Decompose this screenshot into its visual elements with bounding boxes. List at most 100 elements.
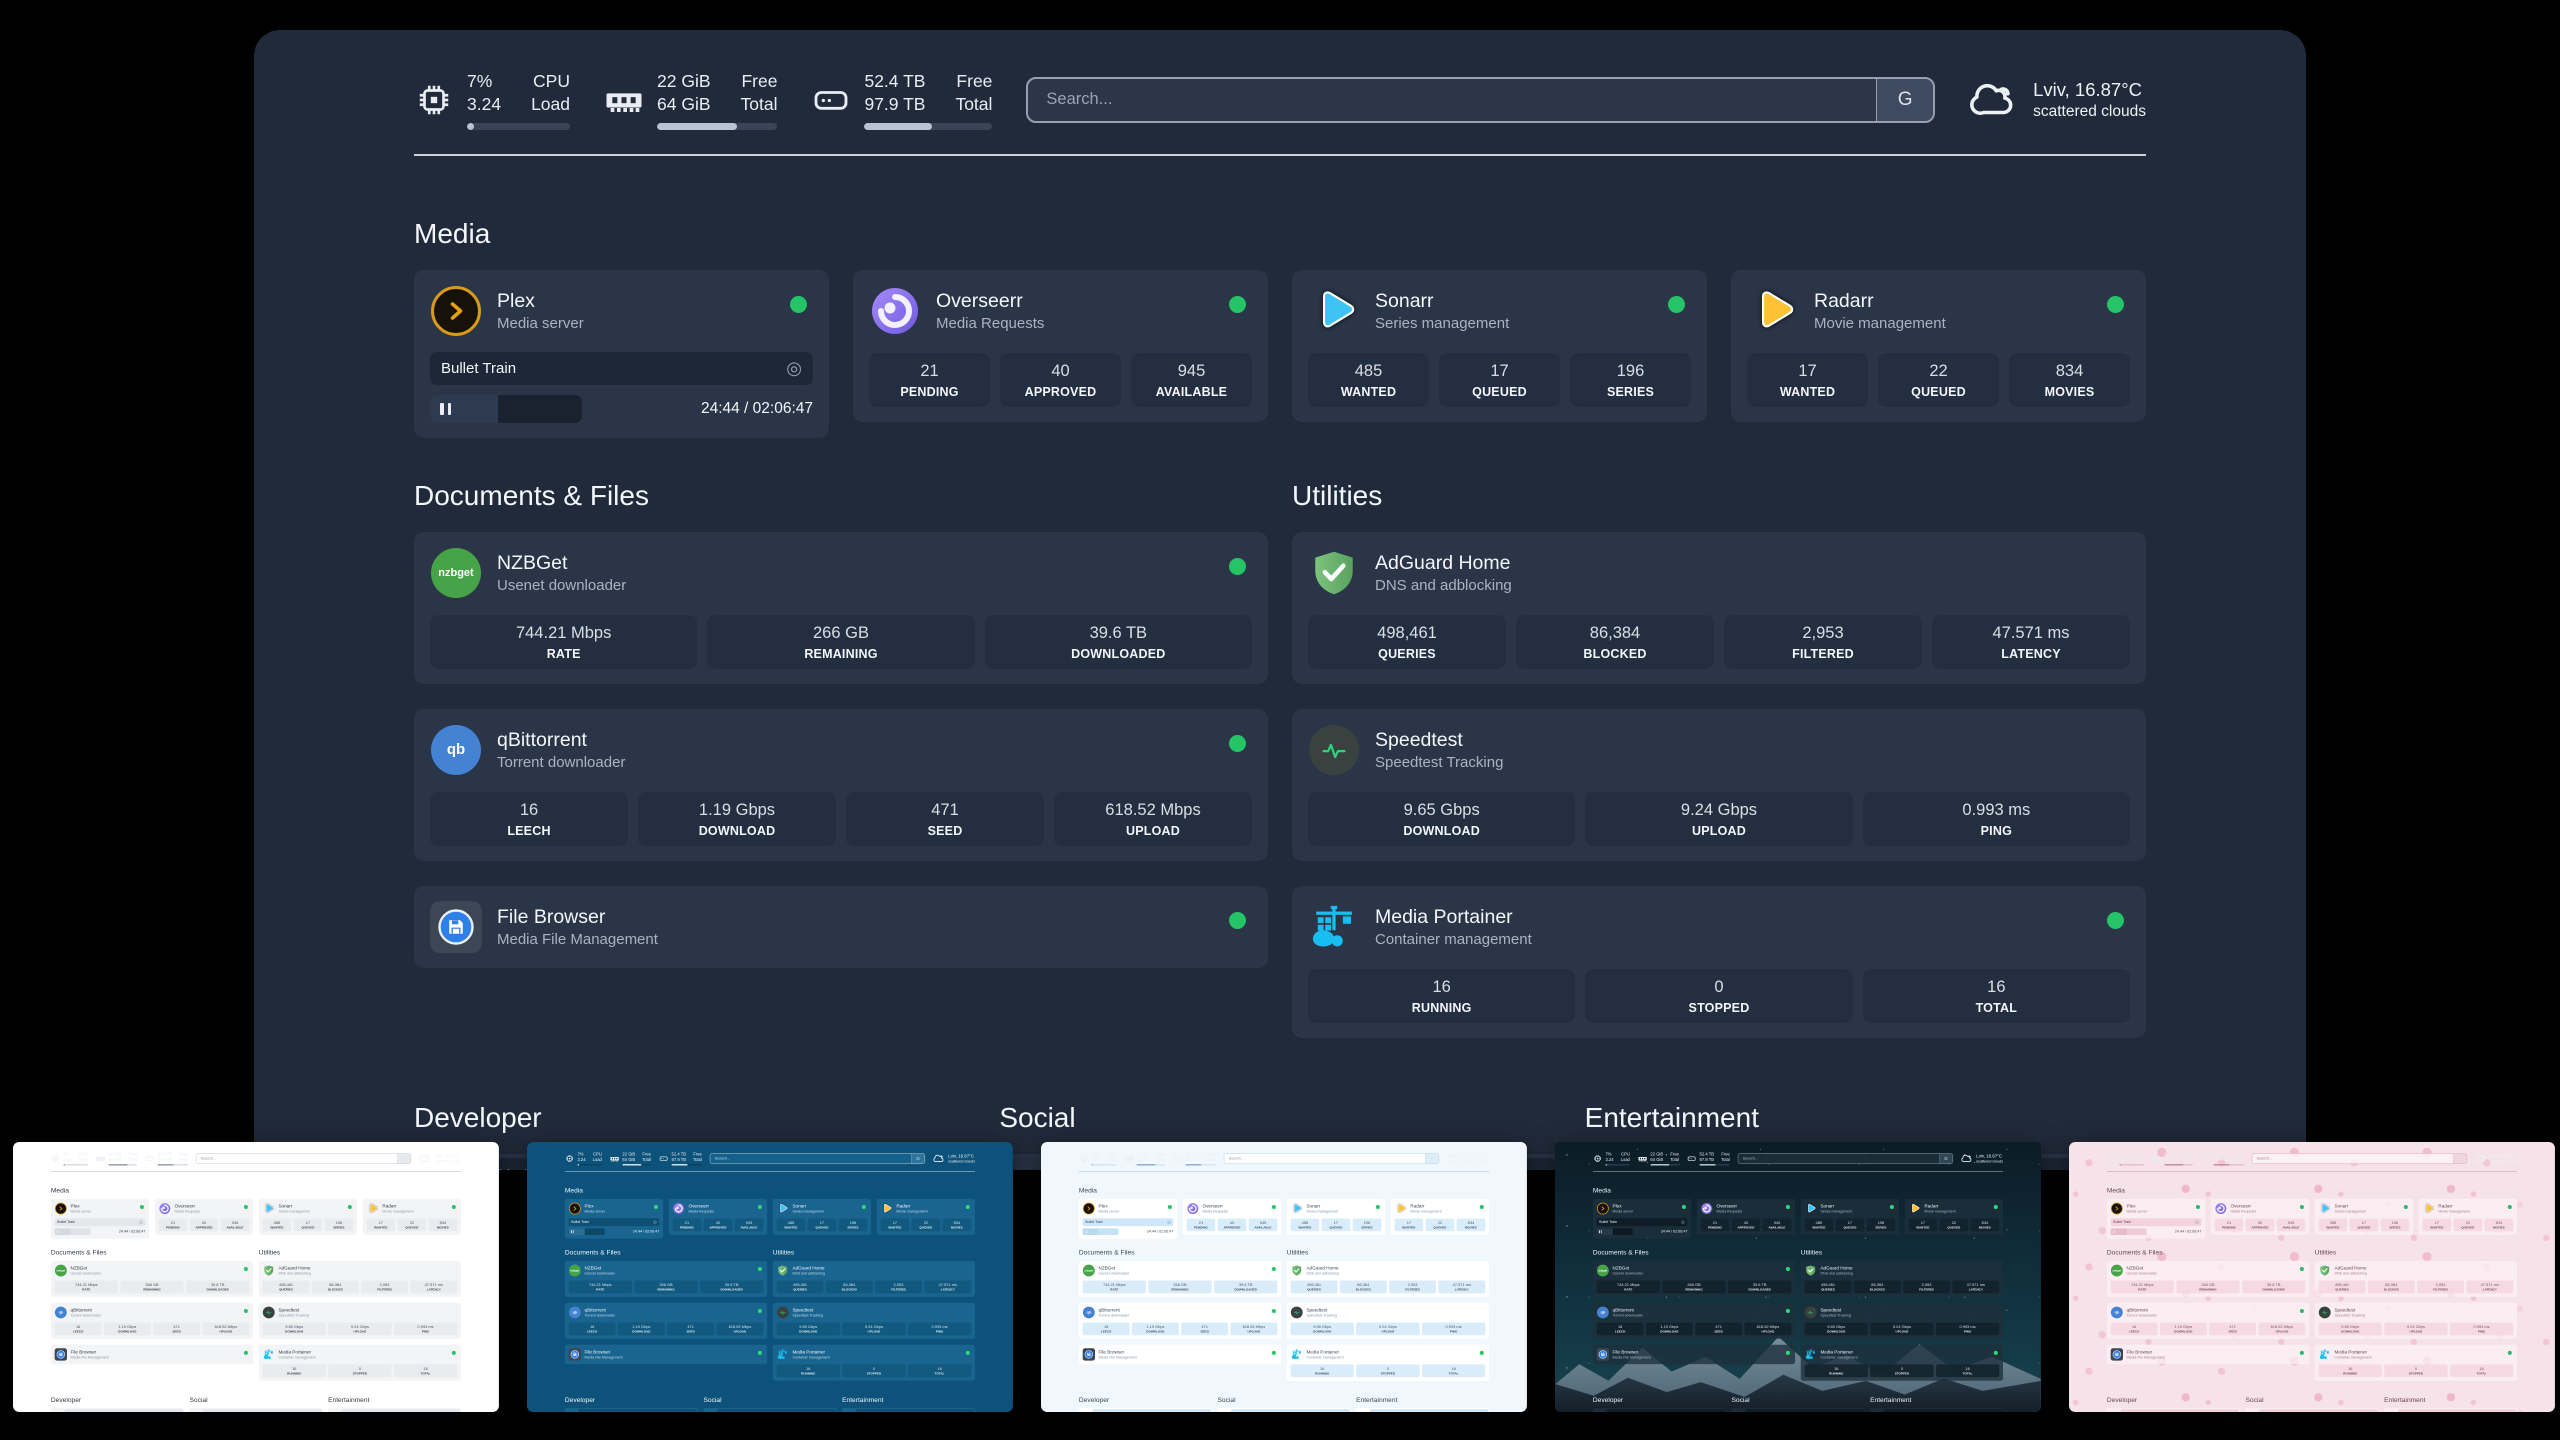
stat-label: UPLOAD: [1231, 1330, 1276, 1333]
stat-upload: 618.52 MbpsUPLOAD: [1054, 792, 1252, 846]
stat-label: QUERIES: [264, 1288, 309, 1291]
app-card-plex[interactable]: PlexMedia serverBullet Train◎24:44 / 02:…: [414, 270, 829, 438]
system-stat-storage: 52.4 TBFree97.9 TBTotal: [145, 1151, 188, 1165]
adguard-icon: [1291, 1264, 1303, 1276]
bookmark-github: GHGithubgithub.com: [565, 1408, 698, 1412]
status-online-dot: [966, 1351, 970, 1355]
theme-preview-content: [1124, 1154, 1133, 1163]
theme-preview-content: [2155, 1160, 2156, 1161]
stat-value: 3.24: [2119, 1157, 2127, 1162]
stat-value: 471: [1696, 1324, 1741, 1328]
bookmark-github: GHGithubgithub.com: [2107, 1408, 2240, 1412]
section-title: Social: [703, 1396, 836, 1404]
stat-label: FILTERED: [876, 1288, 921, 1291]
bookmark-youtube: YTYouTubeyoutube.com: [842, 1408, 975, 1412]
app-description: Media Requests: [936, 315, 1044, 332]
status-online-dot: [452, 1205, 456, 1209]
stat-stopped: 0STOPPED: [1870, 1364, 1933, 1377]
theme-preview-ocean-blue[interactable]: 7%CPU3.24Load22 GiBFree64 GiBTotal52.4 T…: [527, 1142, 1013, 1412]
weather-condition: scattered clouds: [948, 1159, 975, 1163]
theme-preview-content: [611, 1160, 612, 1161]
stat-upload: 9.24 GbpsUPLOAD: [328, 1322, 391, 1335]
theme-preview-content: [2204, 1158, 2205, 1159]
stat-value: 485: [1806, 1220, 1833, 1224]
stat-seed: 471SEED: [667, 1322, 714, 1335]
stat-running: 16RUNNING: [1291, 1364, 1354, 1377]
now-playing-bar: Bullet Train◎: [430, 352, 813, 385]
theme-preview-content: [1704, 1206, 1707, 1209]
app-description: Media server: [71, 1209, 92, 1213]
app-card-nzbget[interactable]: nzbgetNZBGetUsenet downloader744.21 Mbps…: [414, 532, 1268, 684]
stat-latency: 47.571 msLATENCY: [410, 1280, 457, 1293]
app-stats: 16LEECH1.19 GbpsDOWNLOAD471SEED618.52 Mb…: [2111, 1322, 2306, 1335]
theme-preview-content: [1642, 1158, 1643, 1159]
app-card-filebrowser[interactable]: File BrowserMedia File Management: [414, 886, 1268, 968]
stat-value: 1.19 Gbps: [2161, 1324, 2206, 1328]
theme-preview-content: [676, 1206, 679, 1209]
theme-preview-content: [781, 1204, 787, 1212]
theme-preview-content: [574, 1355, 575, 1356]
stat-label: RATE: [56, 1288, 117, 1291]
app-card-overseerr: OverseerrMedia Requests21PENDING40APPROV…: [155, 1199, 253, 1235]
app-card-sonarr[interactable]: SonarrSeries management485WANTED17QUEUED…: [1292, 270, 1707, 422]
theme-preview-content: [1128, 1158, 1129, 1159]
stat-value: 266 GB: [121, 1283, 182, 1287]
app-stats: 485WANTED17QUEUED196SERIES: [1308, 353, 1691, 407]
ram-icon: [96, 1154, 105, 1163]
app-description: Container management: [278, 1355, 315, 1359]
stat-label: AVAILABLE: [2278, 1226, 2305, 1229]
app-card-portainer[interactable]: Media PortainerContainer management16RUN…: [1292, 886, 2146, 1038]
stat-running: 16RUNNING: [2319, 1364, 2382, 1377]
theme-preview-scaler: 7%CPU3.24Load22 GiBFree64 GiBTotal52.4 T…: [527, 1142, 642, 1412]
theme-preview-content: [1291, 1265, 1303, 1277]
status-online-dot: [1229, 912, 1246, 929]
app-card-overseerr[interactable]: OverseerrMedia Requests21PENDING40APPROV…: [853, 270, 1268, 422]
stat-value: 2,953: [1904, 1283, 1949, 1287]
theme-preview-frost-light[interactable]: 7%CPU3.24Load22 GiBFree64 GiBTotal52.4 T…: [1041, 1142, 1527, 1412]
theme-preview-sakura-pink[interactable]: 7%CPU3.24Load22 GiBFree64 GiBTotal52.4 T…: [2069, 1142, 2555, 1412]
app-description: Movie management: [2438, 1209, 2469, 1213]
plex-icon: [1597, 1202, 1609, 1214]
stat-value: 618.52 Mbps: [2259, 1324, 2304, 1328]
stat-value: 17: [809, 1220, 836, 1224]
theme-preview-content: [1600, 1206, 1606, 1212]
stat-label: STOPPED: [2385, 1372, 2446, 1375]
theme-preview-light[interactable]: 7%CPU3.24Load22 GiBFree64 GiBTotal52.4 T…: [13, 1142, 499, 1412]
app-description: Series management: [2334, 1209, 2366, 1213]
stat-download: 1.19 GbpsDOWNLOAD: [618, 1322, 665, 1335]
stat-value: 485: [264, 1220, 291, 1224]
app-card-speedtest[interactable]: SpeedtestSpeedtest Tracking9.65 GbpsDOWN…: [1292, 709, 2146, 861]
app-card-radarr: RadarrMovie management17WANTED22QUEUED83…: [1905, 1199, 2003, 1235]
bookmark-abbr: YT: [842, 1408, 856, 1412]
playback-progress-bar[interactable]: [430, 395, 582, 423]
section-title: Social: [2245, 1396, 2378, 1404]
stat-value: 834: [1972, 1220, 1999, 1224]
two-column-area: Documents & FilesnzbgetNZBGetUsenet down…: [51, 1248, 461, 1380]
search-input[interactable]: [1028, 90, 1876, 109]
theme-preview-content: [265, 1354, 266, 1355]
weather-location-temp: Lviv, 16.87°C: [948, 1154, 975, 1159]
theme-preview-content: [102, 1160, 103, 1161]
theme-preview-night-mountains[interactable]: 7%CPU3.24Load22 GiBFree64 GiBTotal52.4 T…: [1555, 1142, 2041, 1412]
stat-wanted: 485WANTED: [2319, 1218, 2348, 1231]
pause-icon: [571, 1230, 572, 1233]
app-card-adguard[interactable]: AdGuard HomeDNS and adblocking498,461QUE…: [1292, 532, 2146, 684]
weather-location-temp: Lviv, 16.87°C: [434, 1154, 461, 1159]
app-description: Media Requests: [1716, 1209, 1742, 1213]
stat-label: Total: [179, 1157, 188, 1162]
system-stat-memory: 22 GiBFree64 GiBTotal: [2152, 1151, 2193, 1165]
portainer-icon: [2319, 1348, 2331, 1360]
stat-value: 3.24: [577, 1157, 585, 1162]
app-card-radarr[interactable]: RadarrMovie management17WANTED22QUEUED83…: [1731, 270, 2146, 422]
adguard-icon: [1805, 1264, 1817, 1276]
app-description: Series management: [1306, 1209, 1338, 1213]
app-card-header: SpeedtestSpeedtest Tracking: [2319, 1306, 2514, 1318]
search-provider-button[interactable]: G: [1876, 79, 1933, 121]
stat-value: 1.19 Gbps: [642, 801, 832, 820]
theme-preview-content: [885, 1204, 891, 1212]
stat-label: DOWNLOAD: [1133, 1330, 1178, 1333]
theme-preview-content: [1813, 1352, 1815, 1354]
stat-upload: 618.52 MbpsUPLOAD: [2258, 1322, 2305, 1335]
pause-icon: [59, 1230, 60, 1233]
app-card-qbittorrent[interactable]: qbqBittorrentTorrent downloader16LEECH1.…: [414, 709, 1268, 861]
